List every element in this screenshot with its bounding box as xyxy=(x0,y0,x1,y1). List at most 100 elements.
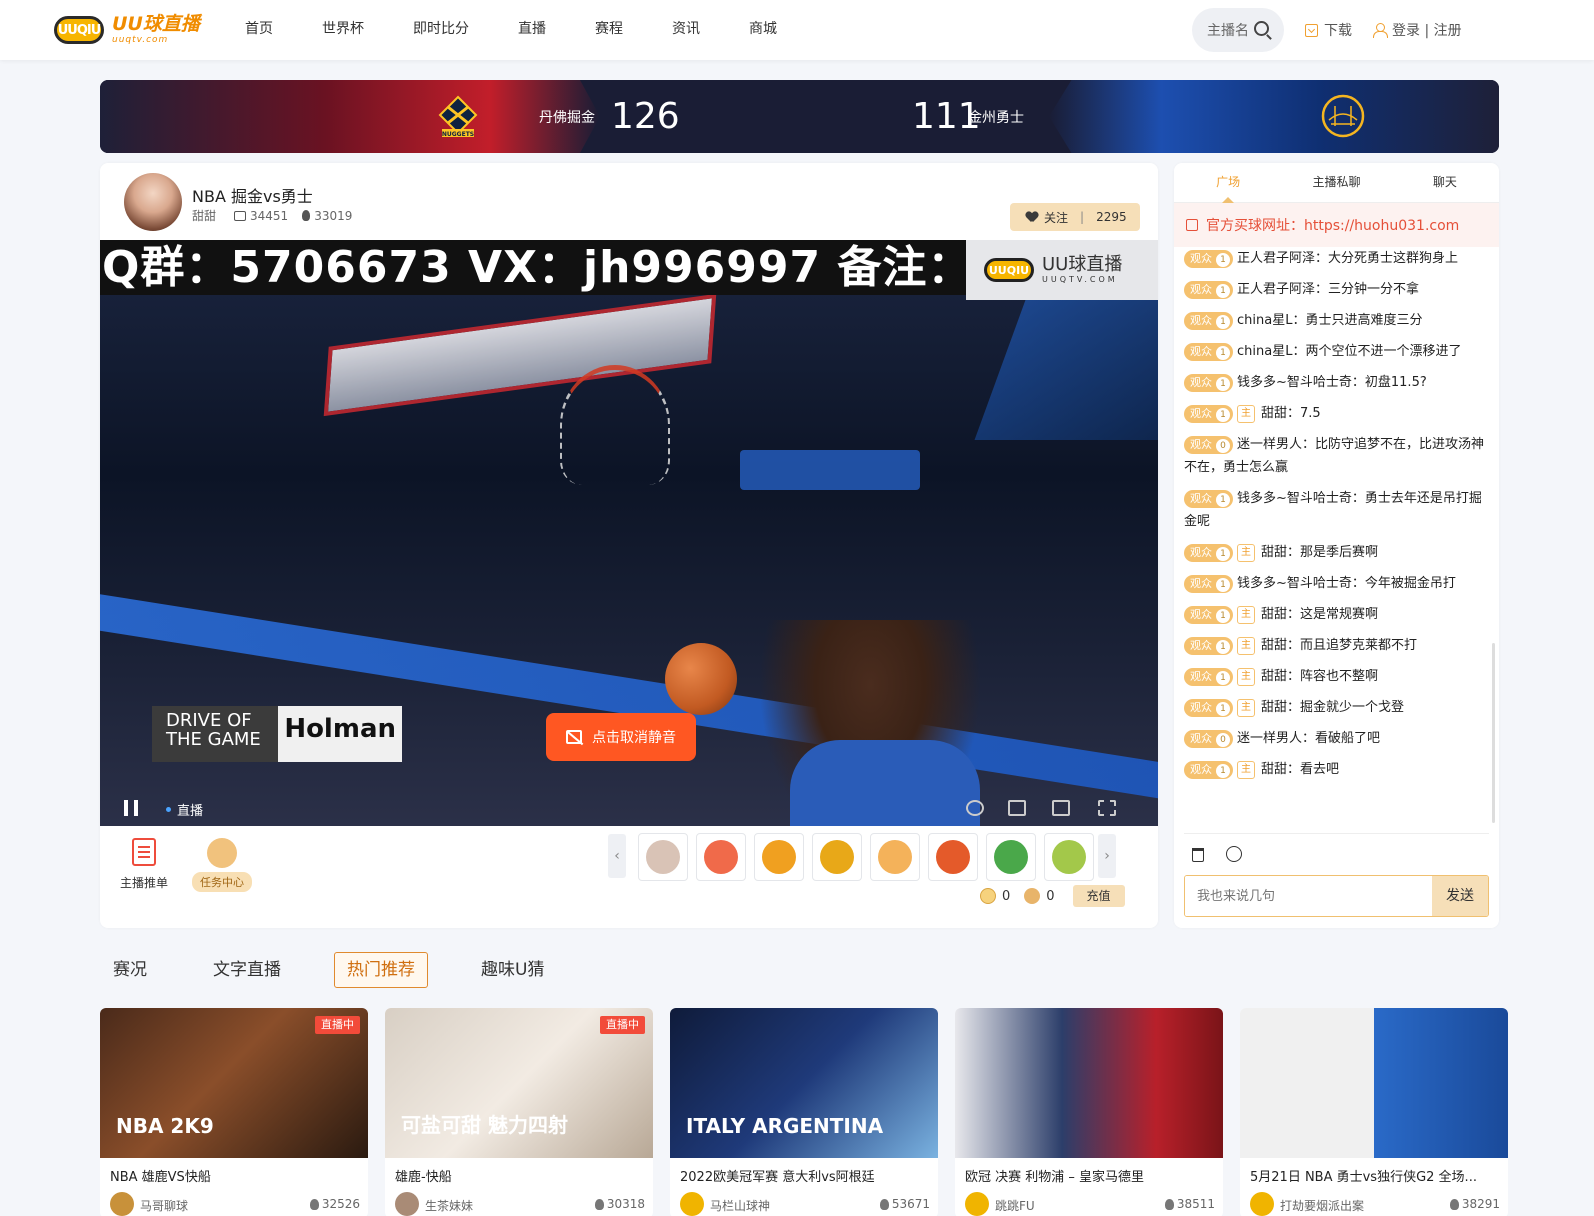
viewer-badge: 观众 1 xyxy=(1184,311,1233,330)
live-badge: 直播中 xyxy=(315,1016,360,1034)
stream-card[interactable]: 欧冠 决赛 利物浦 – 皇家马德里 跳跳FU 38511 xyxy=(955,1008,1223,1216)
stream-thumbnail[interactable] xyxy=(1240,1008,1508,1158)
stream-thumbnail[interactable]: 可盐可甜 魅力四射 直播中 xyxy=(385,1008,653,1158)
nav-news[interactable]: 资讯 xyxy=(672,0,700,60)
gift-item[interactable] xyxy=(928,833,978,881)
stream-card-footer: 马哥聊球 32526 xyxy=(110,1192,360,1216)
logo-badge: UUQIU xyxy=(54,16,104,44)
fullscreen-icon[interactable] xyxy=(1098,800,1116,816)
task-center-button[interactable]: 任务中心 xyxy=(192,838,252,892)
chat-message: 观众 1 钱多多~智斗哈士奇：今年被掘金吊打 xyxy=(1184,572,1484,595)
stream-card-title[interactable]: 2022欧美冠军赛 意大利vs阿根廷 xyxy=(680,1166,930,1185)
tab-private-chat[interactable]: 主播私聊 xyxy=(1282,163,1390,202)
search-input[interactable]: 主播名 xyxy=(1192,8,1284,52)
nav-world-cup[interactable]: 世界杯 xyxy=(322,0,364,60)
volume-icon[interactable] xyxy=(966,800,984,816)
pause-icon[interactable] xyxy=(124,800,138,816)
site-logo[interactable]: UUQIU UU球直播 uuqtv.com xyxy=(54,12,200,48)
stream-card[interactable]: 5月21日 NBA 勇士vs独行侠G2 全场... 打劫要烟派出案 38291 xyxy=(1240,1008,1508,1216)
nuggets-logo-icon: NUGGETS xyxy=(438,95,478,138)
content-tab[interactable]: 文字直播 xyxy=(200,952,294,988)
viewer-level: 0 xyxy=(1216,438,1230,453)
content-tab[interactable]: 热门推荐 xyxy=(334,952,428,988)
anchor-avatar[interactable] xyxy=(680,1192,704,1216)
anchor-tips-button[interactable]: 主播推单 xyxy=(114,838,174,891)
gift-item[interactable] xyxy=(696,833,746,881)
follow-button[interactable]: 关注 | 2295 xyxy=(1010,203,1140,231)
chat-input-box: 发送 xyxy=(1184,875,1489,917)
chat-message: 观众 0 迷一样男人：比防守追梦不在，比进攻汤神不在，勇士怎么赢 xyxy=(1184,433,1484,479)
video-player[interactable]: Q群：5706673 VX：jh996997 备注：甜甜 UUQIU UU球直播… xyxy=(100,240,1158,826)
stream-card-footer: 打劫要烟派出案 38291 xyxy=(1250,1192,1500,1216)
stream-thumbnail[interactable] xyxy=(955,1008,1223,1158)
nav-schedule[interactable]: 赛程 xyxy=(595,0,623,60)
gift-item[interactable] xyxy=(870,833,920,881)
stream-card[interactable]: NBA 2K9 直播中 NBA 雄鹿VS快船马哥聊球 32526 xyxy=(100,1008,368,1216)
chat-message: 观众 1 主甜甜：而且追梦克莱都不打 xyxy=(1184,634,1484,657)
tab-chat[interactable]: 聊天 xyxy=(1391,163,1499,202)
svg-text:NUGGETS: NUGGETS xyxy=(442,131,474,138)
gift-text-icon xyxy=(762,840,796,874)
host-badge: 主 xyxy=(1237,698,1255,717)
stream-thumbnail[interactable]: NBA 2K9 直播中 xyxy=(100,1008,368,1158)
trash-icon[interactable] xyxy=(1192,848,1204,862)
logo-domain: uuqtv.com xyxy=(112,35,169,45)
anchor-avatar[interactable] xyxy=(110,1192,134,1216)
stream-card-title[interactable]: NBA 雄鹿VS快船 xyxy=(110,1166,360,1185)
anchor-avatar[interactable] xyxy=(1250,1192,1274,1216)
heat-value: 53671 xyxy=(891,1197,930,1211)
gift-item[interactable] xyxy=(754,833,804,881)
content-tab[interactable]: 趣味U猜 xyxy=(468,952,557,988)
gift-next-button[interactable]: › xyxy=(1098,834,1116,878)
home-team-name: 丹佛掘金 xyxy=(539,110,595,126)
emoji-icon[interactable] xyxy=(1226,846,1242,862)
stream-card-title[interactable]: 5月21日 NBA 勇士vs独行侠G2 全场... xyxy=(1250,1166,1500,1185)
viewer-badge: 观众 1 xyxy=(1184,489,1233,508)
send-button[interactable]: 发送 xyxy=(1432,876,1488,916)
stream-thumbnail[interactable]: ITALY ARGENTINA xyxy=(670,1008,938,1158)
stream-card[interactable]: ITALY ARGENTINA 2022欧美冠军赛 意大利vs阿根廷 马栏山球神 53… xyxy=(670,1008,938,1216)
gift-item[interactable] xyxy=(1044,833,1094,881)
anchor-name: 甜甜 xyxy=(192,209,217,223)
unmute-button[interactable]: 点击取消静音 xyxy=(546,713,696,761)
chat-scrollbar[interactable] xyxy=(1492,643,1495,823)
chat-message-text: 甜甜：掘金就少一个戈登 xyxy=(1261,700,1405,715)
host-badge: 主 xyxy=(1237,543,1255,562)
chat-message: 观众 1 china星L：勇士只进高难度三分 xyxy=(1184,309,1484,332)
chat-input[interactable] xyxy=(1185,876,1432,916)
stream-card-title[interactable]: 欧冠 决赛 利物浦 – 皇家马德里 xyxy=(965,1166,1215,1185)
anchor-avatar[interactable] xyxy=(965,1192,989,1216)
chat-message-text: 正人君子阿泽：三分钟一分不拿 xyxy=(1237,282,1420,297)
login-register-link[interactable]: 登录 | 注册 xyxy=(1373,0,1462,60)
chat-message-text: 甜甜：而且追梦克莱都不打 xyxy=(1261,638,1418,653)
nav-home[interactable]: 首页 xyxy=(245,0,273,60)
stream-heat: 30318 xyxy=(594,1197,645,1211)
download-link[interactable]: 下载 xyxy=(1305,0,1352,60)
gift-item[interactable] xyxy=(812,833,862,881)
stream-card-title[interactable]: 雄鹿-快船 xyxy=(395,1166,645,1185)
tab-plaza[interactable]: 广场 xyxy=(1174,163,1282,203)
nav-shop[interactable]: 商城 xyxy=(749,0,777,60)
content-tab[interactable]: 赛况 xyxy=(100,952,160,988)
girl-avatar-icon xyxy=(646,840,680,874)
u-coin-count: 0 xyxy=(1002,888,1011,904)
nav-live[interactable]: 直播 xyxy=(518,0,546,60)
gift-item[interactable] xyxy=(986,833,1036,881)
stream-panel: NBA 掘金vs勇士 甜甜 34451 33019 关注 | 2295 Q群：5… xyxy=(100,163,1158,928)
nav-live-scores[interactable]: 即时比分 xyxy=(413,0,469,60)
search-icon[interactable] xyxy=(1254,21,1269,36)
room-id: 34451 xyxy=(250,208,289,223)
anchor-avatar[interactable] xyxy=(395,1192,419,1216)
viewer-tag-label: 观众 xyxy=(1190,491,1212,505)
official-notice[interactable]: 官方买球网址：https://huohu031.com xyxy=(1174,203,1499,247)
recharge-button[interactable]: 充值 xyxy=(1072,885,1125,907)
field-icon xyxy=(994,840,1028,874)
gift-prev-button[interactable]: ‹ xyxy=(608,834,626,878)
chat-toolbar xyxy=(1184,833,1489,873)
viewer-badge: 观众 1 xyxy=(1184,404,1233,423)
pip-icon[interactable] xyxy=(1008,800,1026,816)
anchor-avatar[interactable] xyxy=(124,173,182,231)
stream-card[interactable]: 可盐可甜 魅力四射 直播中 雄鹿-快船 生茶妹妹 30318 xyxy=(385,1008,653,1216)
web-fullscreen-icon[interactable] xyxy=(1052,800,1070,816)
gift-item[interactable] xyxy=(638,833,688,881)
